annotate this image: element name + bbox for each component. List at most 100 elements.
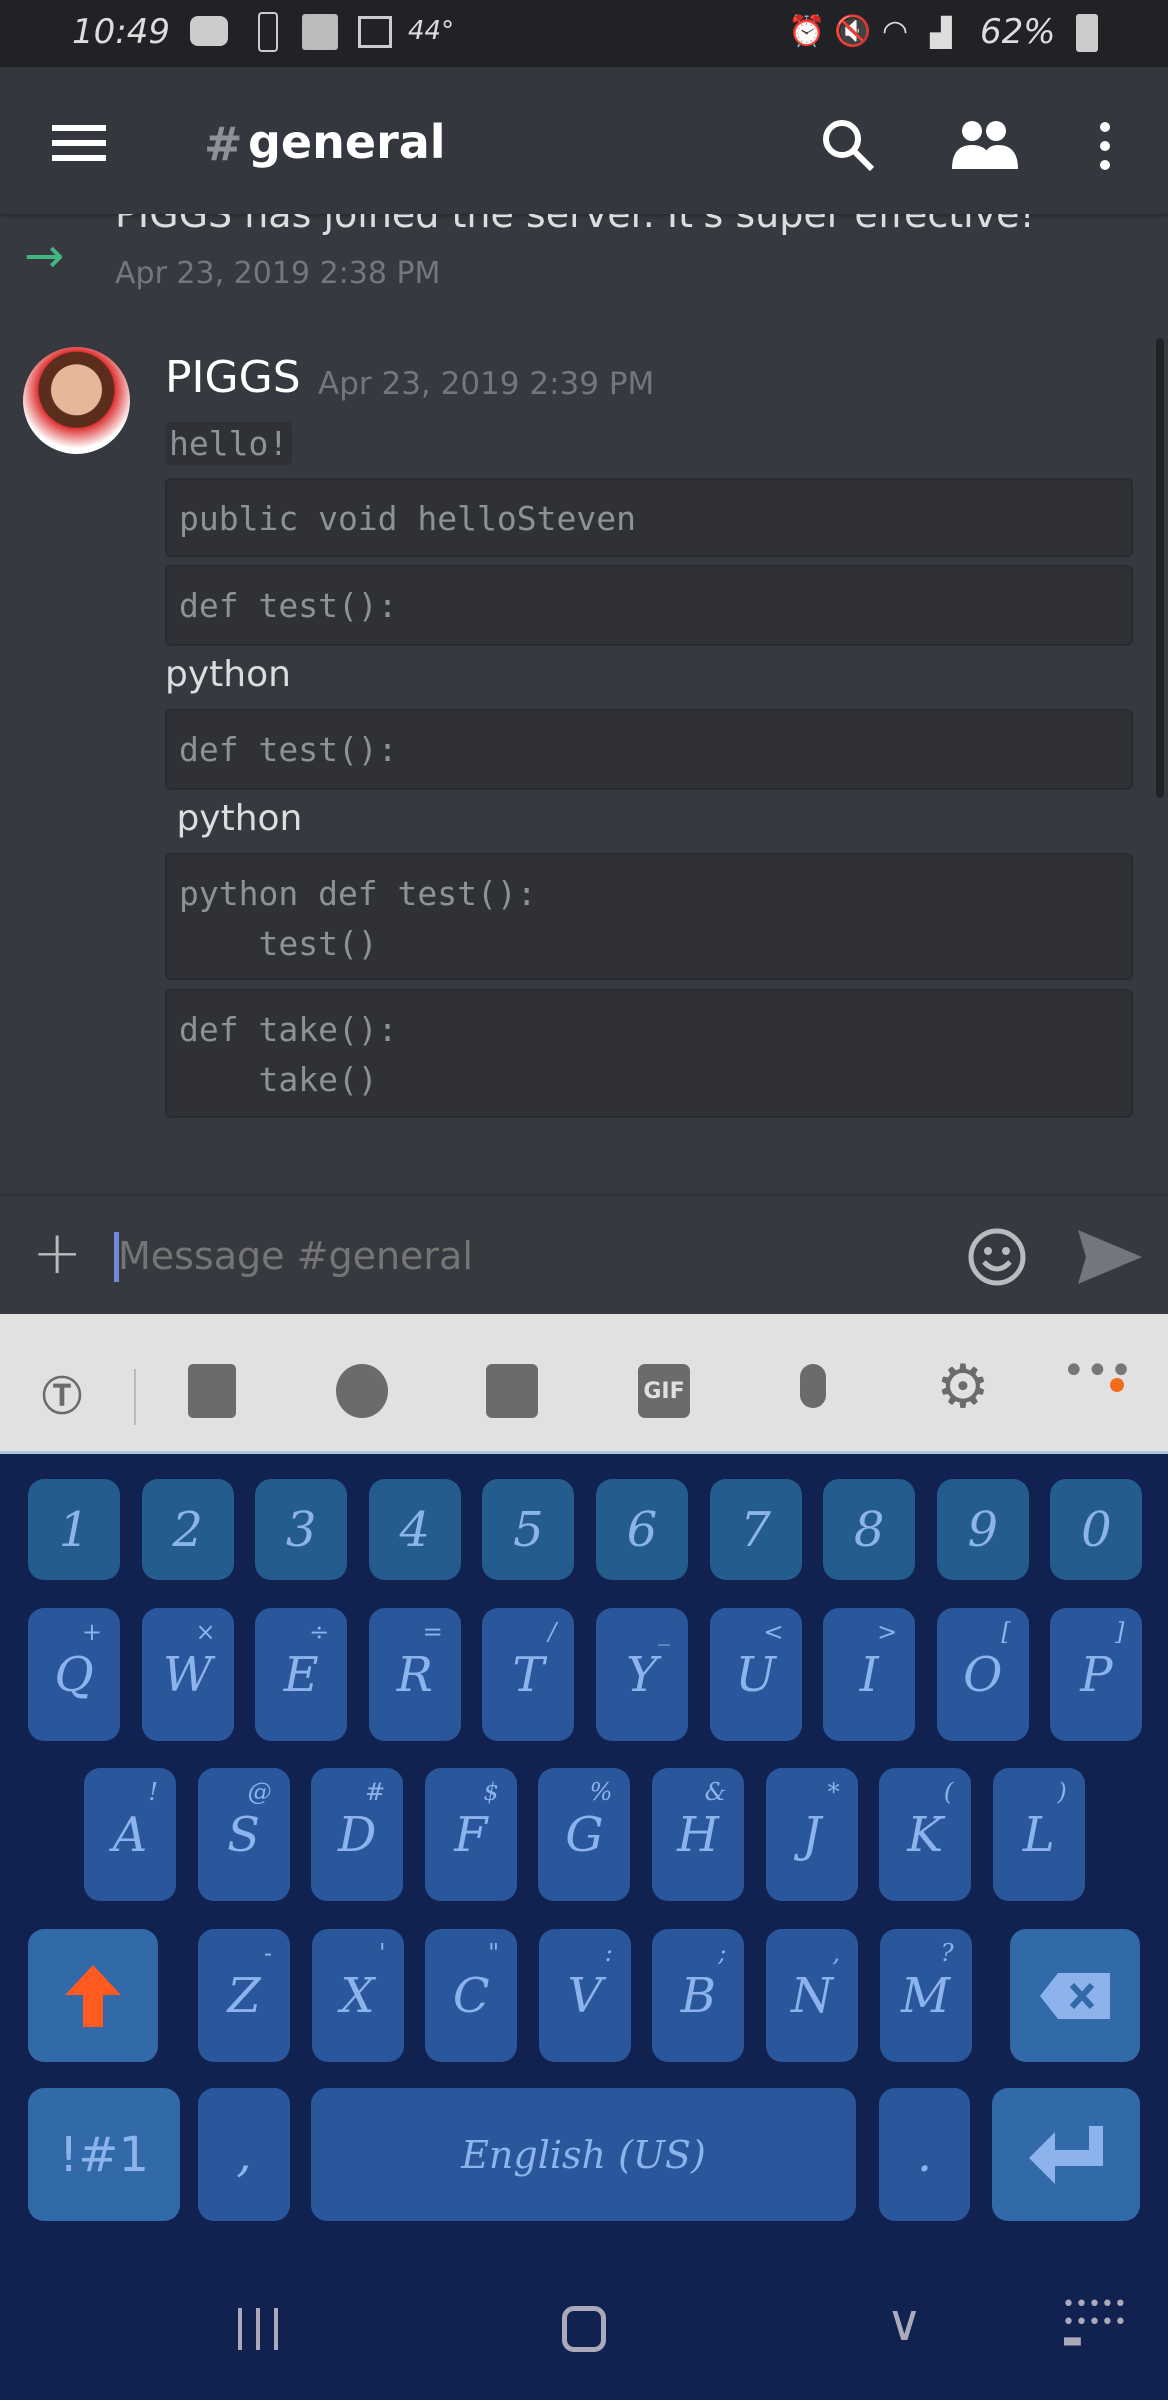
message-text: python [165,798,303,839]
key-m[interactable]: M? [879,1929,972,2062]
text-translate-icon[interactable]: Ⓣ [42,1364,92,1420]
keyboard-switch-icon[interactable]: ••••• ••••• ▬ [1062,2294,1127,2352]
key-label: T [512,1646,545,1703]
backspace-key[interactable] [1010,1929,1140,2062]
key-secondary-label: × [195,1618,216,1646]
code-block: def test(): [165,709,1133,790]
members-icon[interactable] [952,119,1018,169]
key-w[interactable]: W × [141,1608,234,1741]
key-7[interactable]: 7 [709,1479,802,1580]
key-z[interactable]: Z- [198,1929,290,2062]
key-s[interactable]: S @ [197,1768,290,1901]
enter-key[interactable] [992,2088,1140,2221]
key-secondary-label: , [832,1939,840,1967]
key-label: C [452,1967,490,2024]
emoji-button[interactable] [968,1228,1026,1286]
key-secondary-label: % [589,1778,613,1806]
search-icon[interactable] [820,117,876,173]
key-a[interactable]: A! [84,1768,176,1901]
symbols-key[interactable]: !#1 [28,2088,180,2221]
key-label: W [162,1646,213,1703]
inline-code: hello! [165,422,293,465]
key-x[interactable]: X ' [311,1929,404,2062]
battery-percent: 62% [980,12,1056,52]
key-e[interactable]: E ÷ [255,1608,348,1741]
key-6[interactable]: 6 [596,1479,688,1580]
comma-key[interactable]: , [198,2088,290,2221]
shift-key[interactable] [28,1929,158,2062]
key-label: D [337,1806,377,1863]
divider [134,1369,136,1425]
key-0[interactable]: 0 [1050,1479,1143,1580]
key-u[interactable]: U < [709,1608,802,1741]
hide-keyboard-button[interactable]: ∨ [886,2294,923,2352]
space-key[interactable]: English (US) [311,2088,856,2221]
avatar[interactable] [23,347,130,454]
message-input[interactable] [118,1226,918,1286]
key-q[interactable]: Q + [28,1608,120,1741]
key-5[interactable]: 5 [482,1479,575,1580]
key-label: A [112,1806,148,1863]
key-secondary-label: : [604,1939,613,1967]
key-p[interactable]: P] [1050,1608,1143,1741]
key-4[interactable]: 4 [368,1479,461,1580]
wifi-icon: ◠ [882,14,909,49]
message-author[interactable]: PIGGS [165,352,301,403]
temperature: 44° [408,16,455,46]
notification-dot [1110,1378,1124,1392]
menu-button[interactable] [52,125,106,161]
key-secondary-label: = [422,1618,443,1646]
more-icon[interactable]: ••• [1062,1348,1133,1398]
settings-icon[interactable]: ⚙ [936,1352,990,1422]
send-button[interactable] [1078,1230,1142,1284]
key-y[interactable]: Y _ [596,1608,688,1741]
key-label: J [801,1806,822,1863]
battery-icon [1076,14,1098,52]
join-timestamp: Apr 23, 2019 2:38 PM [115,256,441,291]
message-text: python [165,654,291,695]
key-g[interactable]: G% [538,1768,631,1901]
recent-apps-button[interactable] [238,2308,278,2350]
key-8[interactable]: 8 [823,1479,916,1580]
emoji-icon[interactable] [336,1364,388,1418]
key-k[interactable]: K( [879,1768,972,1901]
key-label: 6 [626,1501,658,1558]
key-l[interactable]: L) [992,1768,1085,1901]
key-1[interactable]: 1 [28,1479,120,1580]
key-r[interactable]: R = [368,1608,461,1741]
key-h[interactable]: H & [652,1768,744,1901]
clipboard-icon[interactable] [188,1364,236,1418]
period-key[interactable]: . [879,2088,970,2221]
key-b[interactable]: B; [652,1929,745,2062]
key-label: Z [227,1967,261,2024]
gif-button[interactable]: GIF [638,1364,690,1418]
microphone-icon[interactable] [800,1364,826,1408]
key-i[interactable]: I > [823,1608,916,1741]
channel-header: # general [0,67,1168,214]
key-v[interactable]: V: [538,1929,631,2062]
scrollbar[interactable] [1156,338,1164,798]
key-c[interactable]: C " [425,1929,518,2062]
key-d[interactable]: D # [311,1768,404,1901]
key-2[interactable]: 2 [141,1479,234,1580]
key-o[interactable]: O[ [936,1608,1029,1741]
message-list[interactable]: → PIGGS has joined the server. It's supe… [0,214,1168,1194]
key-secondary-label: ) [1057,1778,1067,1806]
key-t[interactable]: T / [482,1608,575,1741]
add-attachment-button[interactable]: + [32,1218,82,1288]
sticker-icon[interactable] [486,1364,538,1418]
key-f[interactable]: F $ [424,1768,517,1901]
key-j[interactable]: J * [765,1768,858,1901]
key-label: 1 [58,1501,90,1558]
key-label: S [227,1806,261,1863]
key-3[interactable]: 3 [255,1479,348,1580]
home-button[interactable] [562,2306,606,2352]
join-message: PIGGS has joined the server. It's super … [115,214,1035,236]
clock: 10:49 [72,12,170,52]
more-options-icon[interactable] [1092,121,1118,171]
key-n[interactable]: N, [766,1929,858,2062]
key-label: 8 [853,1501,885,1558]
key-secondary-label: - [263,1939,272,1967]
alarm-icon: ⏰ [788,14,826,49]
key-9[interactable]: 9 [936,1479,1029,1580]
